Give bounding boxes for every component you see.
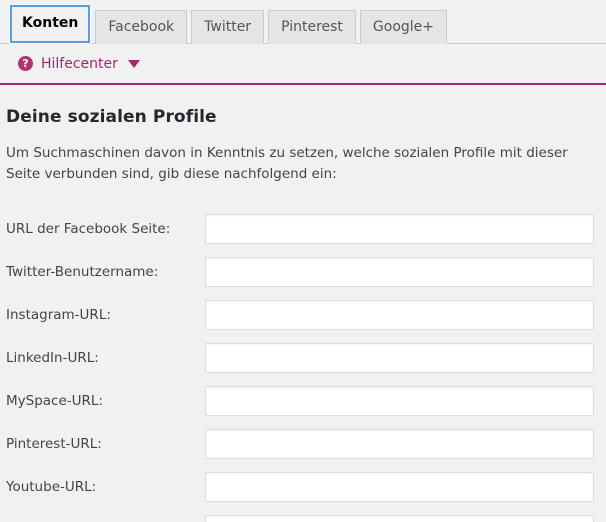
youtube-url-input[interactable] <box>205 471 594 502</box>
intro-text: Um Suchmaschinen davon in Kenntnis zu se… <box>6 145 568 182</box>
help-center-link[interactable]: ? Hilfecenter <box>0 44 606 74</box>
twitter-benutzername-input[interactable] <box>205 256 594 287</box>
field-label: URL der Facebook Seite: <box>6 220 171 237</box>
myspace-url-input[interactable] <box>205 385 594 416</box>
linkedin-url-input[interactable] <box>205 342 594 373</box>
form-row: LinkedIn-URL: <box>6 336 600 379</box>
field-label: MySpace-URL: <box>6 392 103 409</box>
form-row: Youtube-URL: <box>6 465 600 508</box>
tab-google[interactable]: Google+ <box>359 10 448 44</box>
form-row: URL der Facebook Seite: <box>6 207 600 250</box>
form-row: Twitter-Benutzername: <box>6 250 600 293</box>
settings-content: Deine sozialen Profile Um Suchmaschinen … <box>0 107 606 522</box>
pinterest-url-input[interactable] <box>205 428 594 459</box>
social-profiles-form: URL der Facebook Seite: Twitter-Benutzern… <box>6 207 600 522</box>
tab-pinterest[interactable]: Pinterest <box>268 10 356 44</box>
field-label: Youtube-URL: <box>6 478 97 495</box>
field-label: Twitter-Benutzername: <box>6 263 159 280</box>
chevron-down-icon[interactable] <box>127 59 140 68</box>
form-row: Google+-URL: <box>6 508 600 522</box>
instagram-url-input[interactable] <box>205 299 594 330</box>
tab-konten[interactable]: Konten <box>9 4 92 44</box>
accent-divider <box>0 83 606 85</box>
field-label: LinkedIn-URL: <box>6 349 99 366</box>
page-title: Deine sozialen Profile <box>6 107 217 127</box>
question-mark-circle-icon: ? <box>18 56 33 71</box>
tab-twitter[interactable]: Twitter <box>191 10 265 44</box>
form-row: Instagram-URL: <box>6 293 600 336</box>
form-row: MySpace-URL: <box>6 379 600 422</box>
google-url-input[interactable] <box>205 514 594 522</box>
tab-facebook[interactable]: Facebook <box>95 10 188 44</box>
field-label: Pinterest-URL: <box>6 435 102 452</box>
url-der-facebook-seite-input[interactable] <box>205 213 594 244</box>
form-row: Pinterest-URL: <box>6 422 600 465</box>
help-center-label: Hilfecenter <box>41 55 118 72</box>
field-label: Instagram-URL: <box>6 306 111 323</box>
tab-bar: Konten Facebook Twitter Pinterest Google+ <box>0 0 606 44</box>
